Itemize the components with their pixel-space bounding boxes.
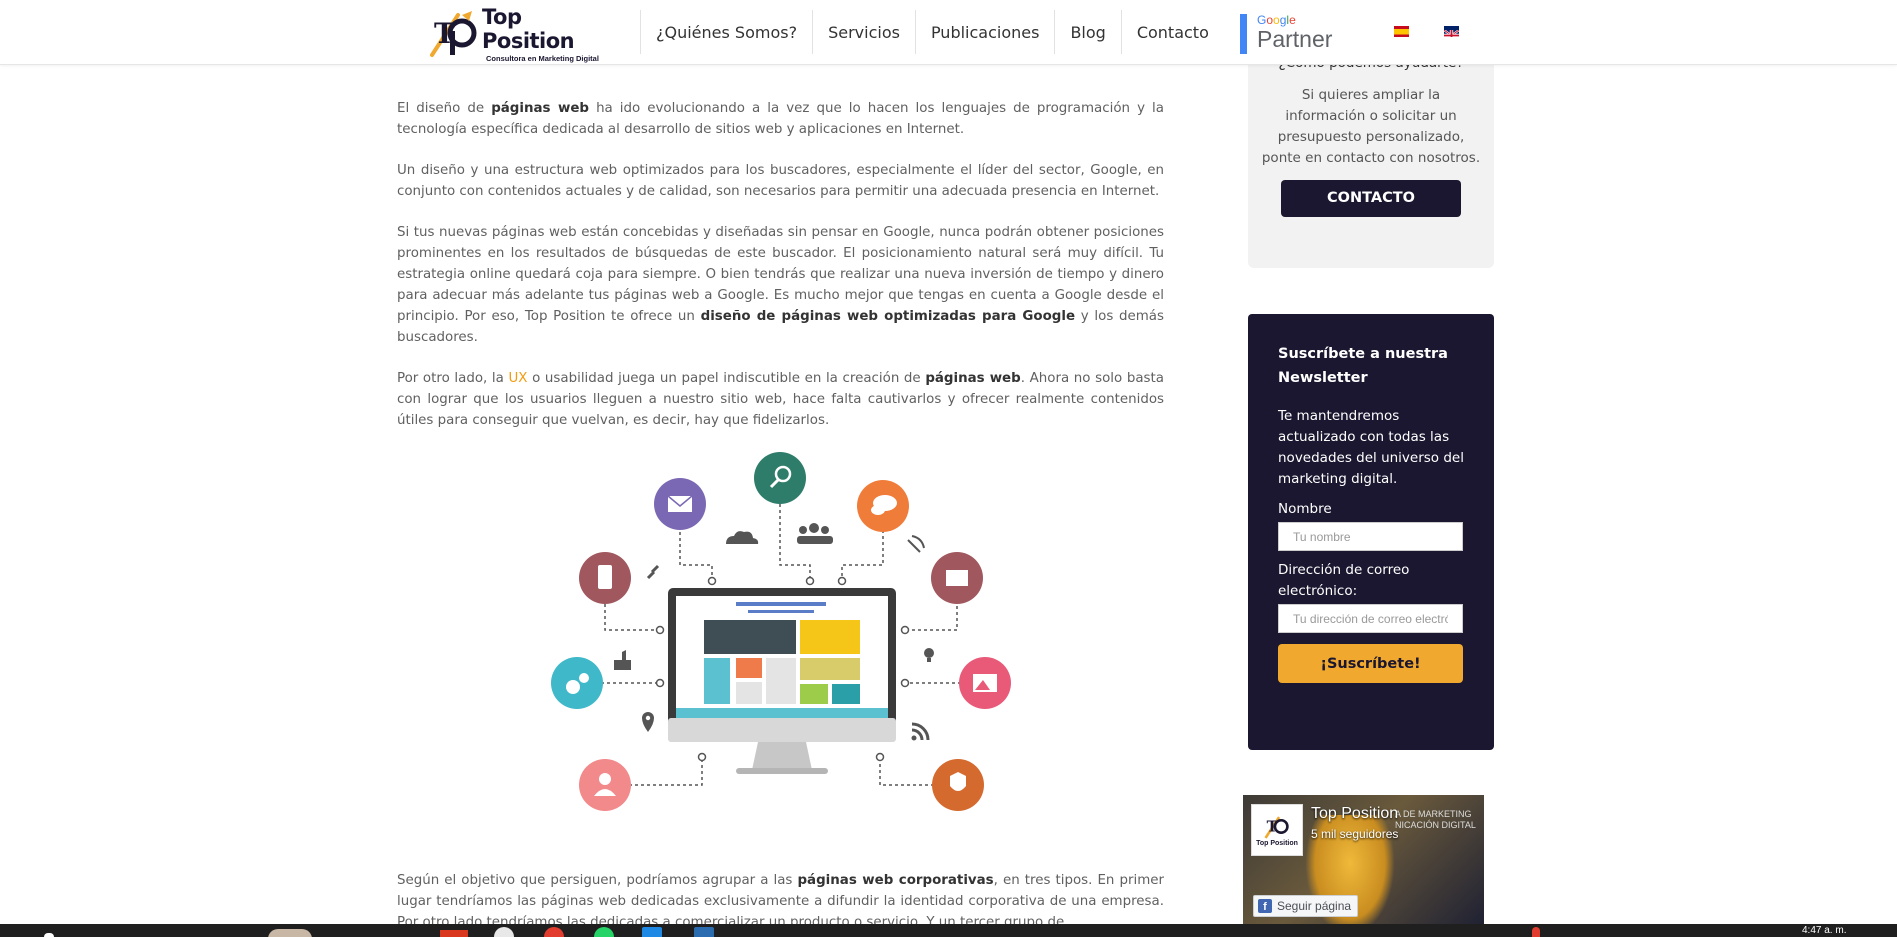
web-design-illustration [540, 440, 1020, 820]
nav-item-blog[interactable]: Blog [1054, 10, 1120, 54]
facebook-page-name[interactable]: Top Position [1311, 805, 1398, 823]
taskbar-whatsapp-icon[interactable] [594, 927, 614, 937]
article-paragraph-2: Un diseño y una estructura web optimizad… [397, 163, 1164, 199]
newsletter-title: Suscríbete a nuestra Newsletter [1278, 346, 1448, 386]
nav-item-contacto[interactable]: Contacto [1120, 10, 1224, 54]
follow-page-label: Seguir página [1277, 899, 1352, 913]
keyword-paginas-corporativas: páginas web corporativas [797, 873, 994, 888]
newsletter-text: Te mantendremos actualizado con todas la… [1278, 408, 1464, 487]
taskbar-tray-icon[interactable] [1532, 927, 1540, 937]
name-label: Nombre [1278, 501, 1332, 517]
site-logo[interactable]: T Top Position Consultora en Marketing D… [428, 5, 612, 63]
name-input[interactable] [1278, 522, 1463, 551]
main-nav: ¿Quiénes Somos? Servicios Publicaciones … [640, 0, 1224, 64]
cover-text-1: A DE MARKETING [1395, 809, 1472, 819]
english-flag-icon[interactable] [1444, 26, 1459, 37]
nav-item-servicios[interactable]: Servicios [812, 10, 915, 54]
taskbar-opera-icon[interactable] [544, 927, 564, 937]
keyword-diseno-optimizado: diseño de páginas web optimizadas para G… [700, 309, 1076, 324]
contact-button[interactable]: CONTACTO [1281, 180, 1461, 217]
taskbar-app-thumbnail-icon[interactable] [268, 929, 312, 937]
facebook-page-widget[interactable]: A DE MARKETING NICACIÓN DIGITAL T Top Pos… [1243, 795, 1484, 925]
logo-tagline: Consultora en Marketing Digital [486, 54, 599, 63]
article-body: El diseño de páginas web ha ido evolucio… [397, 98, 1164, 451]
google-partner-badge[interactable]: Google Partner [1240, 14, 1332, 54]
facebook-icon: f [1258, 899, 1272, 913]
partner-bar [1240, 14, 1247, 54]
os-taskbar: 4:47 a. m. [0, 924, 1897, 937]
logo-name: Top Position [482, 5, 575, 53]
site-header: T Top Position Consultora en Marketing D… [0, 0, 1897, 65]
taskbar-clock[interactable]: 4:47 a. m. [1802, 925, 1846, 936]
follow-page-button[interactable]: f Seguir página [1253, 895, 1359, 917]
email-input[interactable] [1278, 604, 1463, 633]
cover-text-2: NICACIÓN DIGITAL [1395, 820, 1476, 830]
help-box: ¿Cómo podemos ayudarte? Si quieres ampli… [1248, 40, 1494, 268]
keyword-paginas-web: páginas web [491, 101, 590, 116]
newsletter-box: Suscríbete a nuestra Newsletter Te mante… [1248, 314, 1494, 750]
taskbar-app-blue-icon[interactable] [642, 927, 662, 937]
email-label: Dirección de correo electrónico: [1278, 562, 1410, 599]
partner-label: Partner [1257, 26, 1333, 52]
ux-link[interactable]: UX [508, 371, 527, 386]
taskbar-app-icon[interactable] [440, 930, 468, 937]
taskbar-chrome-icon[interactable] [494, 927, 514, 937]
article-paragraph-1: El diseño de páginas web ha ido evolucio… [397, 101, 1164, 137]
taskbar-start-icon[interactable] [44, 933, 54, 937]
facebook-followers: 5 mil seguidores [1311, 827, 1399, 841]
facebook-page-avatar[interactable]: T Top Position [1251, 804, 1303, 856]
keyword-paginas-web-2: páginas web [925, 371, 1021, 386]
subscribe-button[interactable]: ¡Suscríbete! [1278, 644, 1463, 683]
article-paragraph-4: Por otro lado, la UX o usabilidad juega … [397, 371, 1164, 428]
partner-google-word: Google [1257, 13, 1296, 27]
nav-item-publicaciones[interactable]: Publicaciones [914, 10, 1055, 54]
fb-avatar-label: Top Position [1256, 839, 1298, 847]
help-text: Si quieres ampliar la información o soli… [1261, 87, 1481, 166]
article-paragraph-3: Si tus nuevas páginas web están concebid… [397, 225, 1164, 345]
nav-item-quienes-somos[interactable]: ¿Quiénes Somos? [640, 10, 812, 54]
taskbar-folder-icon[interactable] [694, 927, 714, 937]
logo-mark-icon: T [428, 9, 480, 59]
spanish-flag-icon[interactable] [1394, 26, 1409, 37]
